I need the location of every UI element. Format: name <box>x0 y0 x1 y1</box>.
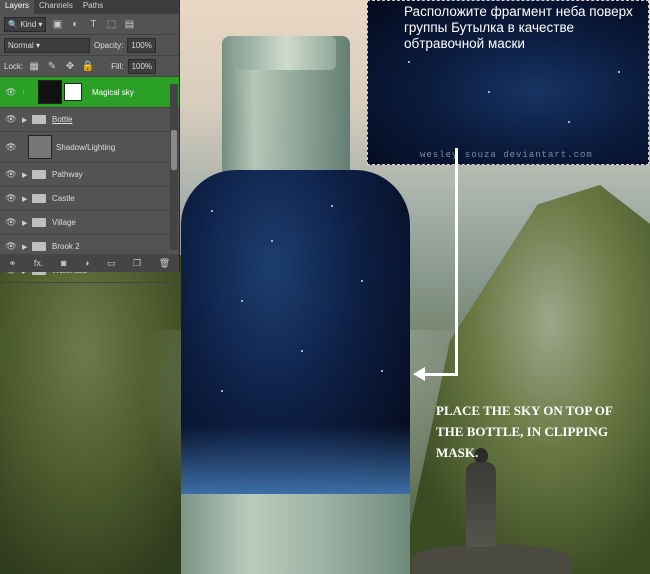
link-icon[interactable]: ⚭ <box>9 258 17 269</box>
blend-mode-select[interactable]: Normal ▾ <box>4 37 90 53</box>
eye-icon[interactable]: 👁 <box>0 114 22 125</box>
expand-arrow-icon[interactable]: ▶ <box>22 243 32 251</box>
layer-name: Pathway <box>52 170 83 179</box>
layer-name: Brook 2 <box>52 242 80 251</box>
layer-name: Castle <box>52 194 75 203</box>
adjustment-icon[interactable]: ◑ <box>84 258 89 268</box>
lock-all-icon[interactable]: 🔒 <box>81 61 95 72</box>
bottle-sky-clipped <box>181 170 410 495</box>
tab-channels[interactable]: Channels <box>34 0 78 14</box>
opacity-label: Opacity: <box>94 40 124 50</box>
folder-icon <box>32 218 46 227</box>
layer-pathway[interactable]: 👁 ▶ Pathway <box>0 163 179 187</box>
watermark-text: wesley souza deviantart.com <box>420 150 593 160</box>
smart-object-filter-icon[interactable]: ▤ <box>122 19 136 30</box>
lock-position-icon[interactable]: ✥ <box>63 61 77 72</box>
layer-thumbnail <box>28 135 52 159</box>
trash-icon[interactable]: 🗑 <box>159 258 170 269</box>
expand-arrow-icon[interactable]: ▶ <box>22 171 32 179</box>
tab-paths[interactable]: Paths <box>78 0 108 14</box>
layer-thumbnail <box>38 80 62 104</box>
folder-icon[interactable]: ▭ <box>107 258 116 269</box>
adjustment-filter-icon[interactable]: ◐ <box>68 19 82 30</box>
mask-icon[interactable]: ◙ <box>61 258 66 268</box>
folder-icon <box>32 194 46 203</box>
folder-icon <box>32 242 46 251</box>
blend-row: Normal ▾ Opacity: 100% <box>0 35 179 56</box>
eye-icon[interactable]: 👁 <box>0 193 22 204</box>
expand-arrow-icon[interactable]: ▶ <box>22 219 32 227</box>
lock-pixels-icon[interactable]: ✎ <box>45 61 59 72</box>
layers-footer: ⚭ fx. ◙ ◑ ▭ ❐ 🗑 <box>0 254 179 272</box>
layer-mask-thumbnail[interactable] <box>64 83 82 101</box>
expand-arrow-icon[interactable]: ▶ <box>22 116 32 124</box>
image-filter-icon[interactable]: ▣ <box>50 19 64 30</box>
eye-icon[interactable]: 👁 <box>0 142 22 153</box>
panel-tabs: Layers Channels Paths <box>0 0 179 14</box>
layers-panel: Layers Channels Paths 🔍 Kind ▾ ▣ ◐ T ⬚ ▤… <box>0 0 180 283</box>
arrow-line-horizontal <box>420 373 458 376</box>
lock-label: Lock: <box>4 61 24 71</box>
rock-ledge <box>412 544 572 574</box>
wanderer-figure <box>466 462 496 547</box>
clip-arrow-icon: ↓ <box>22 88 26 96</box>
type-filter-icon[interactable]: T <box>86 19 100 30</box>
fill-input[interactable]: 100% <box>127 58 157 74</box>
expand-arrow-icon[interactable]: ▶ <box>22 195 32 203</box>
arrow-line-vertical <box>455 148 458 376</box>
arrow-head-icon <box>413 367 425 381</box>
layer-magical-sky[interactable]: 👁 ↓ Magical sky <box>0 77 179 108</box>
lock-transparency-icon[interactable]: ▦ <box>27 61 41 72</box>
shape-filter-icon[interactable]: ⬚ <box>104 19 118 30</box>
layer-village[interactable]: 👁 ▶ Village <box>0 211 179 235</box>
annotation-english: PLACE THE SKY ON TOP OF THE BOTTLE, IN C… <box>436 403 613 460</box>
layer-name: Magical sky <box>92 87 134 97</box>
folder-icon <box>32 170 46 179</box>
filter-row: 🔍 Kind ▾ ▣ ◐ T ⬚ ▤ <box>0 14 179 35</box>
scrollbar-thumb[interactable] <box>171 130 177 170</box>
layer-name: Shadow/Lighting <box>56 142 116 152</box>
bottle-base <box>181 494 410 574</box>
layer-name: Village <box>52 218 76 227</box>
layer-bottle[interactable]: 👁 ▶ Bottle <box>0 108 179 132</box>
layer-shadow-lighting[interactable]: 👁 Shadow/Lighting <box>0 132 179 163</box>
lock-row: Lock: ▦ ✎ ✥ 🔒 Fill: 100% <box>0 56 179 77</box>
layer-name: Bottle <box>52 115 73 124</box>
eye-icon[interactable]: 👁 <box>0 87 22 98</box>
opacity-input[interactable]: 100% <box>127 37 156 53</box>
eye-icon[interactable]: 👁 <box>0 217 22 228</box>
fx-icon[interactable]: fx. <box>34 258 44 268</box>
eye-icon[interactable]: 👁 <box>0 169 22 180</box>
kind-filter-select[interactable]: 🔍 Kind ▾ <box>4 16 47 32</box>
tab-layers[interactable]: Layers <box>0 0 35 14</box>
fill-label: Fill: <box>111 61 124 71</box>
folder-icon <box>32 115 46 124</box>
annotation-russian: Расположите фрагмент неба поверх группы … <box>404 4 633 51</box>
eye-icon[interactable]: 👁 <box>0 241 22 252</box>
bottle-lip <box>236 36 336 70</box>
layer-castle[interactable]: 👁 ▶ Castle <box>0 187 179 211</box>
new-layer-icon[interactable]: ❐ <box>133 258 141 269</box>
